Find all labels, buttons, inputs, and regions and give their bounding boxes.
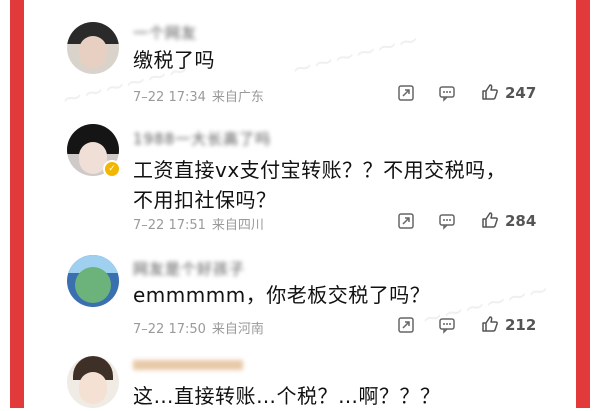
username[interactable]: 网友是个好孩子 (133, 258, 245, 279)
avatar[interactable] (67, 255, 119, 307)
comment-location: 来自四川 (211, 218, 264, 233)
comment-time: 7–22 17:50 (133, 322, 206, 337)
verified-badge-icon: ✓ (103, 160, 121, 178)
like-count: 284 (505, 212, 537, 230)
comment-text: 这…直接转账…个税？…啊？？？ (133, 384, 441, 408)
username[interactable]: 1988一大长高了吗 (133, 128, 271, 149)
like-count: 247 (505, 84, 537, 102)
comment-location: 来自广东 (211, 90, 264, 105)
comment-text: 工资直接vx支付宝转账？？不用交税吗，不用扣社保吗？ (133, 158, 507, 212)
left-red-border (10, 0, 24, 408)
comment-icon[interactable] (438, 212, 456, 230)
comment-icon[interactable] (438, 84, 456, 102)
like-count: 212 (505, 316, 537, 334)
avatar[interactable] (67, 356, 119, 408)
comment-text: 缴税了吗 (133, 48, 215, 72)
share-icon[interactable] (397, 212, 415, 230)
right-red-border (576, 0, 590, 408)
thumbs-up-icon[interactable] (481, 211, 499, 229)
comment-time: 7–22 17:34 (133, 90, 206, 105)
share-icon[interactable] (397, 316, 415, 334)
comment-location: 来自河南 (211, 322, 264, 337)
comment-meta: 7–22 17:50 来自河南 (133, 318, 264, 337)
comment-meta: 7–22 17:51 来自四川 (133, 214, 264, 233)
thumbs-up-icon[interactable] (481, 83, 499, 101)
thumbs-up-icon[interactable] (481, 315, 499, 333)
comment-text: emmmmm，你老板交税了吗？ (133, 283, 431, 307)
share-icon[interactable] (397, 84, 415, 102)
comment-icon[interactable] (438, 316, 456, 334)
username[interactable]: 一个网友 (133, 22, 197, 43)
username[interactable] (133, 360, 243, 370)
comment-time: 7–22 17:51 (133, 218, 206, 233)
avatar[interactable] (67, 22, 119, 74)
comment-meta: 7–22 17:34 来自广东 (133, 86, 264, 105)
